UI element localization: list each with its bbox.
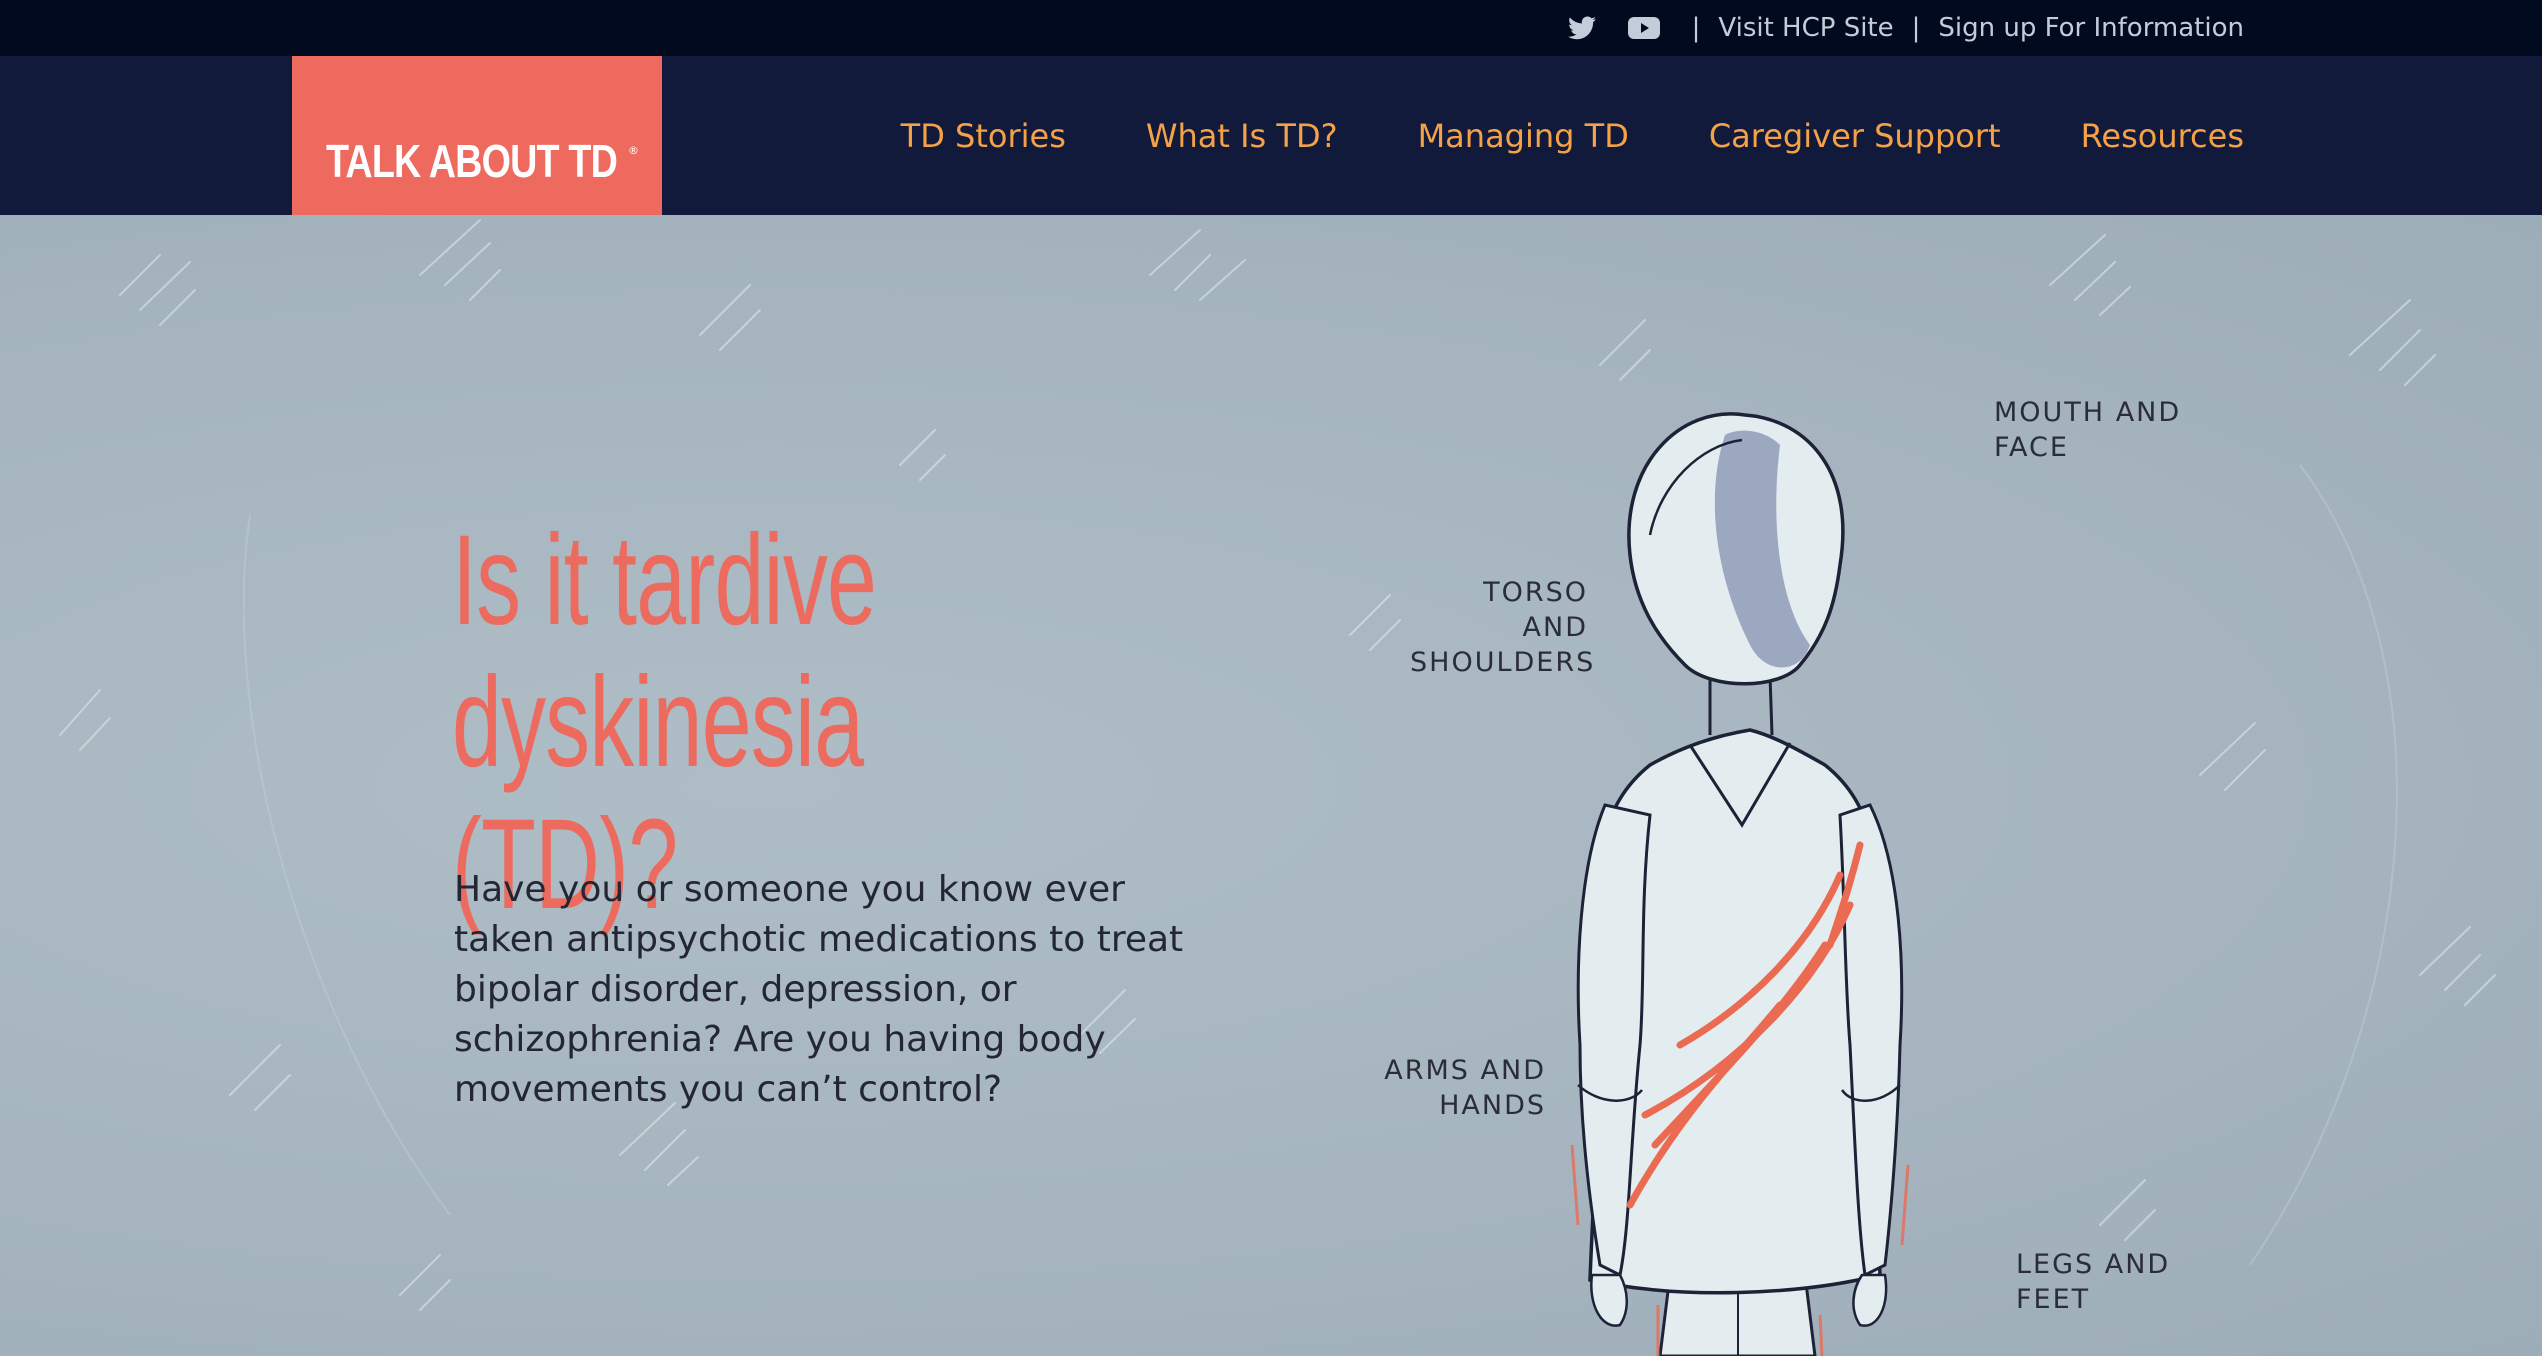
nav-resources[interactable]: Resources: [2081, 117, 2244, 155]
label-arms-and-hands: ARMS AND HANDS: [1384, 1055, 1546, 1121]
nav-caregiver-support[interactable]: Caregiver Support: [1709, 117, 2001, 155]
visit-hcp-site-link[interactable]: Visit HCP Site: [1718, 13, 1893, 43]
main-header: TALK ABOUT TD ® TD Stories What Is TD? M…: [0, 56, 2542, 215]
nav-td-stories[interactable]: TD Stories: [901, 117, 1066, 155]
youtube-icon[interactable]: [1627, 16, 1660, 40]
sign-up-link[interactable]: Sign up For Information: [1938, 13, 2244, 43]
nav-managing-td[interactable]: Managing TD: [1418, 117, 1629, 155]
utility-links: | Visit HCP Site | Sign up For Informati…: [1567, 0, 2244, 56]
label-legs-and-feet: LEGS AND FEET: [2016, 1249, 2171, 1315]
hero-title-line-1: Is it tardive: [452, 509, 877, 652]
logo[interactable]: TALK ABOUT TD ®: [292, 56, 662, 215]
hero-section: Is it tardive dyskinesia (TD)? Have you …: [0, 215, 2542, 1356]
nav-what-is-td[interactable]: What Is TD?: [1146, 117, 1338, 155]
logo-text: TALK ABOUT TD: [326, 135, 618, 187]
logo-registered-mark: ®: [628, 144, 639, 157]
hero-body-text: Have you or someone you know ever taken …: [454, 869, 1184, 1110]
utility-separator: |: [1911, 13, 1921, 43]
utility-separator: |: [1691, 13, 1701, 43]
label-mouth-and-face: MOUTH AND FACE: [1994, 397, 2182, 463]
utility-bar: | Visit HCP Site | Sign up For Informati…: [0, 0, 2542, 56]
twitter-icon[interactable]: [1567, 16, 1596, 40]
person-illustration: [1570, 412, 1910, 1356]
primary-nav: TD Stories What Is TD? Managing TD Careg…: [901, 56, 2244, 215]
label-torso-and-shoulders: TORSO AND SHOULDERS: [1410, 577, 1596, 678]
